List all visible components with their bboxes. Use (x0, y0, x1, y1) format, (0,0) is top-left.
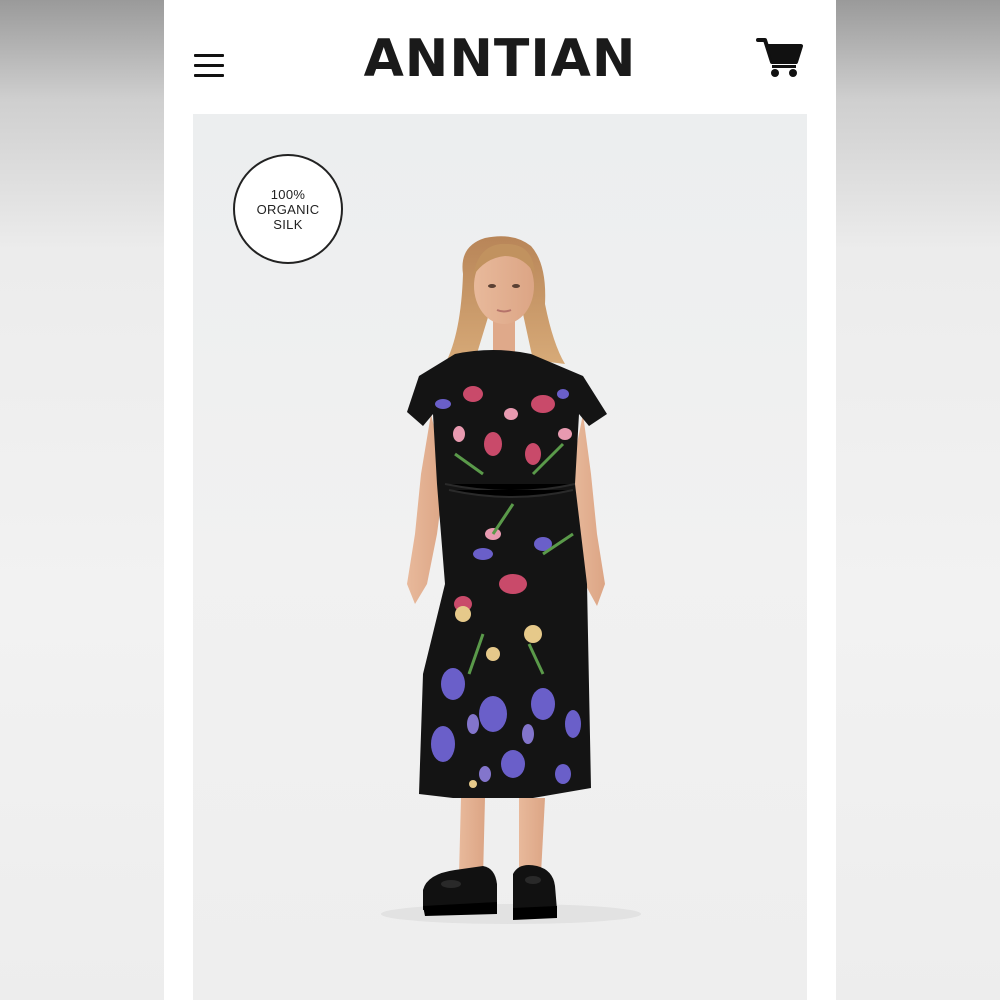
app-screen: ANNTIAN 100% ORGANIC SILK (164, 0, 836, 1000)
site-header: ANNTIAN (164, 0, 836, 114)
shopping-cart-icon (756, 38, 803, 77)
brand-logo[interactable]: ANNTIAN (164, 28, 836, 90)
product-photo[interactable]: 100% ORGANIC SILK (193, 114, 807, 1000)
cart-button[interactable] (756, 36, 804, 78)
model-figure (381, 236, 641, 924)
